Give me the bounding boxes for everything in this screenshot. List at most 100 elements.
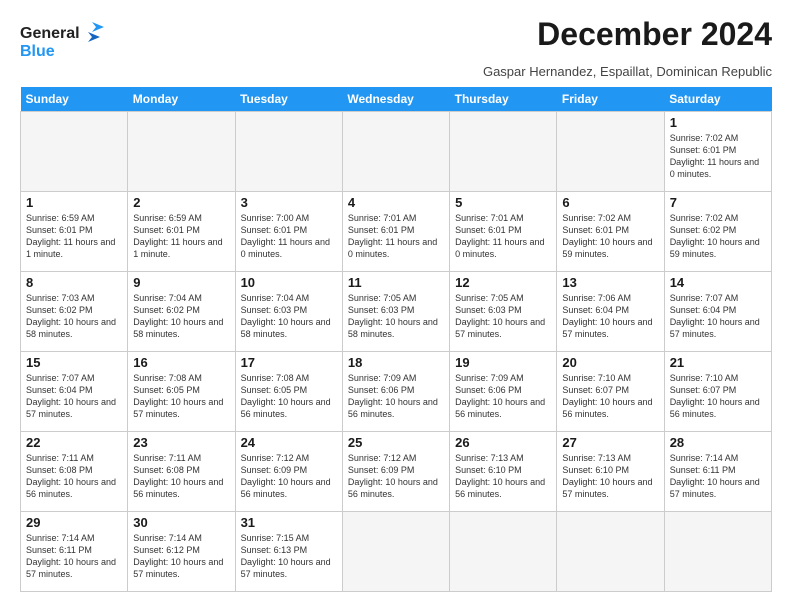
day-info: Sunrise: 7:11 AMSunset: 6:08 PMDaylight:… <box>26 452 122 501</box>
day-number: 28 <box>670 435 766 450</box>
day-info: Sunrise: 7:04 AMSunset: 6:03 PMDaylight:… <box>241 292 337 341</box>
day-number: 2 <box>133 195 229 210</box>
calendar-cell: 8 Sunrise: 7:03 AMSunset: 6:02 PMDayligh… <box>21 272 128 352</box>
day-info: Sunrise: 7:13 AMSunset: 6:10 PMDaylight:… <box>562 452 658 501</box>
calendar-cell: 21 Sunrise: 7:10 AMSunset: 6:07 PMDaylig… <box>664 352 771 432</box>
day-info: Sunrise: 7:12 AMSunset: 6:09 PMDaylight:… <box>348 452 444 501</box>
day-info: Sunrise: 7:13 AMSunset: 6:10 PMDaylight:… <box>455 452 551 501</box>
calendar-cell: 20 Sunrise: 7:10 AMSunset: 6:07 PMDaylig… <box>557 352 664 432</box>
week-row-1: 1 Sunrise: 7:02 AMSunset: 6:01 PMDayligh… <box>21 112 772 192</box>
day-number: 24 <box>241 435 337 450</box>
day-number: 8 <box>26 275 122 290</box>
day-number: 3 <box>241 195 337 210</box>
calendar-cell: 16 Sunrise: 7:08 AMSunset: 6:05 PMDaylig… <box>128 352 235 432</box>
day-info: Sunrise: 7:09 AMSunset: 6:06 PMDaylight:… <box>348 372 444 421</box>
day-number: 22 <box>26 435 122 450</box>
week-row-2: 1 Sunrise: 6:59 AMSunset: 6:01 PMDayligh… <box>21 192 772 272</box>
day-number: 15 <box>26 355 122 370</box>
day-info: Sunrise: 7:02 AMSunset: 6:01 PMDaylight:… <box>670 132 766 181</box>
week-row-5: 22 Sunrise: 7:11 AMSunset: 6:08 PMDaylig… <box>21 432 772 512</box>
general-blue-logo: General Blue <box>20 18 110 62</box>
day-number: 12 <box>455 275 551 290</box>
calendar-cell: 5 Sunrise: 7:01 AMSunset: 6:01 PMDayligh… <box>450 192 557 272</box>
calendar-cell: 12 Sunrise: 7:05 AMSunset: 6:03 PMDaylig… <box>450 272 557 352</box>
calendar-cell: 17 Sunrise: 7:08 AMSunset: 6:05 PMDaylig… <box>235 352 342 432</box>
week-row-3: 8 Sunrise: 7:03 AMSunset: 6:02 PMDayligh… <box>21 272 772 352</box>
day-header-tuesday: Tuesday <box>235 87 342 112</box>
calendar-cell <box>21 112 128 192</box>
day-number: 26 <box>455 435 551 450</box>
calendar-cell: 4 Sunrise: 7:01 AMSunset: 6:01 PMDayligh… <box>342 192 449 272</box>
day-number: 23 <box>133 435 229 450</box>
day-info: Sunrise: 7:09 AMSunset: 6:06 PMDaylight:… <box>455 372 551 421</box>
day-header-friday: Friday <box>557 87 664 112</box>
day-info: Sunrise: 7:15 AMSunset: 6:13 PMDaylight:… <box>241 532 337 581</box>
calendar-cell: 7 Sunrise: 7:02 AMSunset: 6:02 PMDayligh… <box>664 192 771 272</box>
calendar-cell: 23 Sunrise: 7:11 AMSunset: 6:08 PMDaylig… <box>128 432 235 512</box>
calendar-cell: 1 Sunrise: 7:02 AMSunset: 6:01 PMDayligh… <box>664 112 771 192</box>
calendar-cell: 15 Sunrise: 7:07 AMSunset: 6:04 PMDaylig… <box>21 352 128 432</box>
day-header-saturday: Saturday <box>664 87 771 112</box>
day-header-monday: Monday <box>128 87 235 112</box>
calendar-cell: 24 Sunrise: 7:12 AMSunset: 6:09 PMDaylig… <box>235 432 342 512</box>
calendar-cell: 30 Sunrise: 7:14 AMSunset: 6:12 PMDaylig… <box>128 512 235 592</box>
calendar-cell <box>235 112 342 192</box>
day-header-thursday: Thursday <box>450 87 557 112</box>
day-number: 10 <box>241 275 337 290</box>
day-number: 27 <box>562 435 658 450</box>
day-info: Sunrise: 7:10 AMSunset: 6:07 PMDaylight:… <box>562 372 658 421</box>
calendar-cell: 26 Sunrise: 7:13 AMSunset: 6:10 PMDaylig… <box>450 432 557 512</box>
week-row-4: 15 Sunrise: 7:07 AMSunset: 6:04 PMDaylig… <box>21 352 772 432</box>
day-info: Sunrise: 7:05 AMSunset: 6:03 PMDaylight:… <box>455 292 551 341</box>
day-info: Sunrise: 7:14 AMSunset: 6:12 PMDaylight:… <box>133 532 229 581</box>
day-number: 4 <box>348 195 444 210</box>
day-info: Sunrise: 6:59 AMSunset: 6:01 PMDaylight:… <box>133 212 229 261</box>
day-number: 18 <box>348 355 444 370</box>
day-number: 17 <box>241 355 337 370</box>
calendar-cell: 31 Sunrise: 7:15 AMSunset: 6:13 PMDaylig… <box>235 512 342 592</box>
calendar-cell: 1 Sunrise: 6:59 AMSunset: 6:01 PMDayligh… <box>21 192 128 272</box>
calendar-cell: 11 Sunrise: 7:05 AMSunset: 6:03 PMDaylig… <box>342 272 449 352</box>
day-info: Sunrise: 7:06 AMSunset: 6:04 PMDaylight:… <box>562 292 658 341</box>
day-number: 19 <box>455 355 551 370</box>
calendar-table: SundayMondayTuesdayWednesdayThursdayFrid… <box>20 87 772 592</box>
day-info: Sunrise: 7:14 AMSunset: 6:11 PMDaylight:… <box>26 532 122 581</box>
day-info: Sunrise: 7:02 AMSunset: 6:02 PMDaylight:… <box>670 212 766 261</box>
day-info: Sunrise: 7:00 AMSunset: 6:01 PMDaylight:… <box>241 212 337 261</box>
header: General Blue December 2024 <box>20 18 772 62</box>
day-number: 29 <box>26 515 122 530</box>
day-number: 7 <box>670 195 766 210</box>
month-title: December 2024 <box>537 18 772 50</box>
calendar-cell: 19 Sunrise: 7:09 AMSunset: 6:06 PMDaylig… <box>450 352 557 432</box>
day-number: 9 <box>133 275 229 290</box>
day-info: Sunrise: 7:04 AMSunset: 6:02 PMDaylight:… <box>133 292 229 341</box>
day-number: 30 <box>133 515 229 530</box>
calendar-cell <box>342 512 449 592</box>
day-number: 21 <box>670 355 766 370</box>
day-number: 20 <box>562 355 658 370</box>
calendar-cell: 10 Sunrise: 7:04 AMSunset: 6:03 PMDaylig… <box>235 272 342 352</box>
day-info: Sunrise: 7:08 AMSunset: 6:05 PMDaylight:… <box>241 372 337 421</box>
calendar-cell: 27 Sunrise: 7:13 AMSunset: 6:10 PMDaylig… <box>557 432 664 512</box>
svg-text:Blue: Blue <box>20 43 55 60</box>
day-info: Sunrise: 7:12 AMSunset: 6:09 PMDaylight:… <box>241 452 337 501</box>
day-info: Sunrise: 7:01 AMSunset: 6:01 PMDaylight:… <box>455 212 551 261</box>
logo: General Blue <box>20 18 110 62</box>
day-header-wednesday: Wednesday <box>342 87 449 112</box>
calendar-cell <box>557 512 664 592</box>
day-info: Sunrise: 7:07 AMSunset: 6:04 PMDaylight:… <box>26 372 122 421</box>
day-number: 13 <box>562 275 658 290</box>
day-number: 25 <box>348 435 444 450</box>
calendar-cell: 22 Sunrise: 7:11 AMSunset: 6:08 PMDaylig… <box>21 432 128 512</box>
calendar-cell: 9 Sunrise: 7:04 AMSunset: 6:02 PMDayligh… <box>128 272 235 352</box>
calendar-cell: 28 Sunrise: 7:14 AMSunset: 6:11 PMDaylig… <box>664 432 771 512</box>
day-info: Sunrise: 7:01 AMSunset: 6:01 PMDaylight:… <box>348 212 444 261</box>
day-info: Sunrise: 7:14 AMSunset: 6:11 PMDaylight:… <box>670 452 766 501</box>
day-info: Sunrise: 7:05 AMSunset: 6:03 PMDaylight:… <box>348 292 444 341</box>
calendar-cell <box>664 512 771 592</box>
day-number: 11 <box>348 275 444 290</box>
day-number: 16 <box>133 355 229 370</box>
calendar-cell: 13 Sunrise: 7:06 AMSunset: 6:04 PMDaylig… <box>557 272 664 352</box>
day-info: Sunrise: 6:59 AMSunset: 6:01 PMDaylight:… <box>26 212 122 261</box>
svg-text:General: General <box>20 25 80 42</box>
